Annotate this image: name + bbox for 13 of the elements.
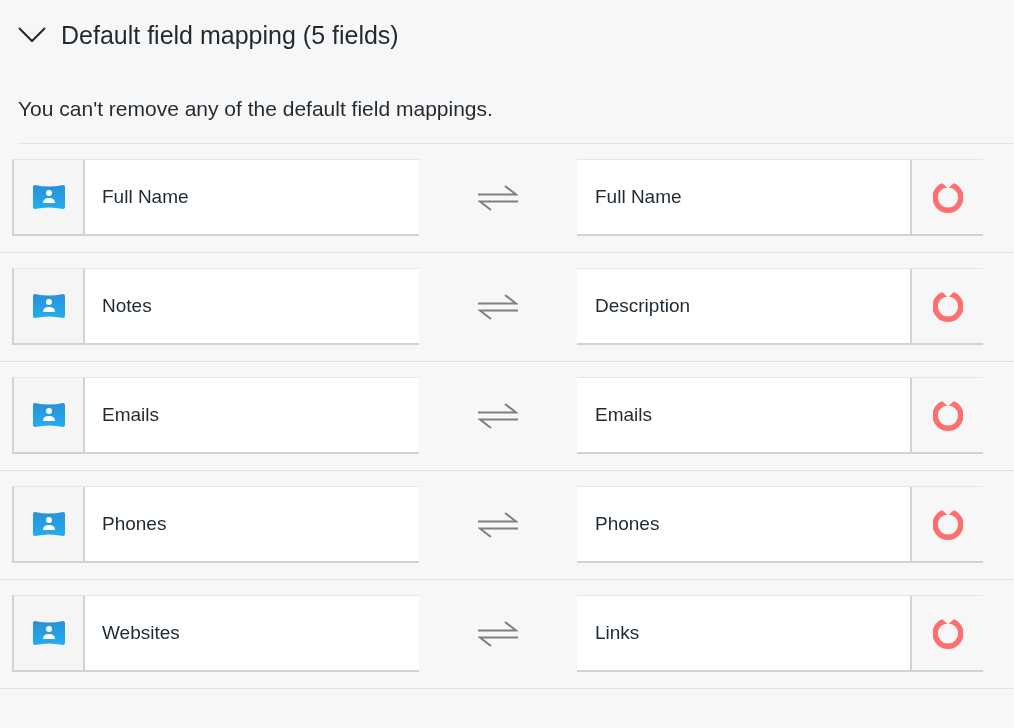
notched-ring-icon[interactable]	[931, 617, 964, 649]
target-field[interactable]: Emails	[577, 378, 912, 452]
notched-ring-icon[interactable]	[931, 181, 964, 213]
target-field[interactable]: Phones	[577, 487, 912, 561]
target-field[interactable]: Description	[577, 269, 912, 343]
target-field[interactable]: Links	[577, 596, 912, 670]
target-field[interactable]: Full Name	[577, 160, 912, 234]
section-note: You can't remove any of the default field mappings.	[18, 96, 493, 122]
notched-ring-icon[interactable]	[931, 399, 964, 431]
notched-ring-icon[interactable]	[931, 508, 964, 540]
section-title[interactable]: Default field mapping (5 fields)	[61, 19, 399, 51]
notched-ring-icon[interactable]	[931, 290, 964, 322]
chevron-down-icon[interactable]	[18, 27, 46, 43]
